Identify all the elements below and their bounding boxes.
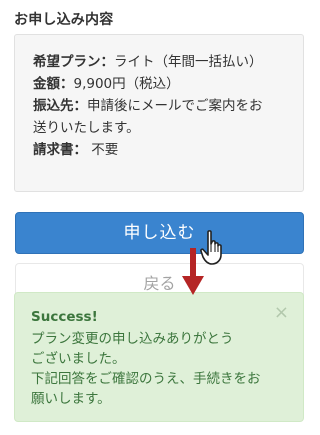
page: お申し込み内容 希望プラン：ライト（年間一括払い） 金額：9,900円（税込） … <box>0 0 320 435</box>
plan-value: ライト（年間一括払い） <box>114 54 263 70</box>
plan-label: 希望プラン： <box>33 54 114 70</box>
alert-line-3: 下記回答をご確認のうえ、手続きをお <box>31 371 261 387</box>
payee-value-line2: 送りいたします。 <box>33 120 140 136</box>
amount-value: 9,900円（税込） <box>73 76 180 92</box>
submit-button[interactable]: 申し込む <box>15 212 304 254</box>
alert-line-2: ございました。 <box>31 351 126 367</box>
payee-label: 振込先： <box>33 98 87 114</box>
alert-title: Success! <box>31 309 98 325</box>
payee-row: 振込先：申請後にメールでご案内をお 送りいたします。 <box>33 95 285 139</box>
alert-line-1: プラン変更の申し込みありがとう <box>31 331 234 347</box>
amount-row: 金額：9,900円（税込） <box>33 73 285 95</box>
summary-box: 希望プラン：ライト（年間一括払い） 金額：9,900円（税込） 振込先：申請後に… <box>14 34 304 192</box>
hand-pointer-icon <box>200 230 222 265</box>
invoice-label: 請求書： <box>33 142 87 158</box>
close-icon[interactable]: × <box>274 303 289 323</box>
invoice-row: 請求書： 不要 <box>33 139 285 161</box>
section-title: お申し込み内容 <box>14 12 114 28</box>
success-alert: Success! プラン変更の申し込みありがとう ございました。 下記回答をご確… <box>14 292 304 422</box>
alert-line-4: 願いします。 <box>31 391 111 407</box>
amount-label: 金額： <box>33 76 74 92</box>
invoice-value: 不要 <box>87 142 119 158</box>
plan-row: 希望プラン：ライト（年間一括払い） <box>33 51 285 73</box>
payee-value-line1: 申請後にメールでご案内をお <box>87 98 263 114</box>
